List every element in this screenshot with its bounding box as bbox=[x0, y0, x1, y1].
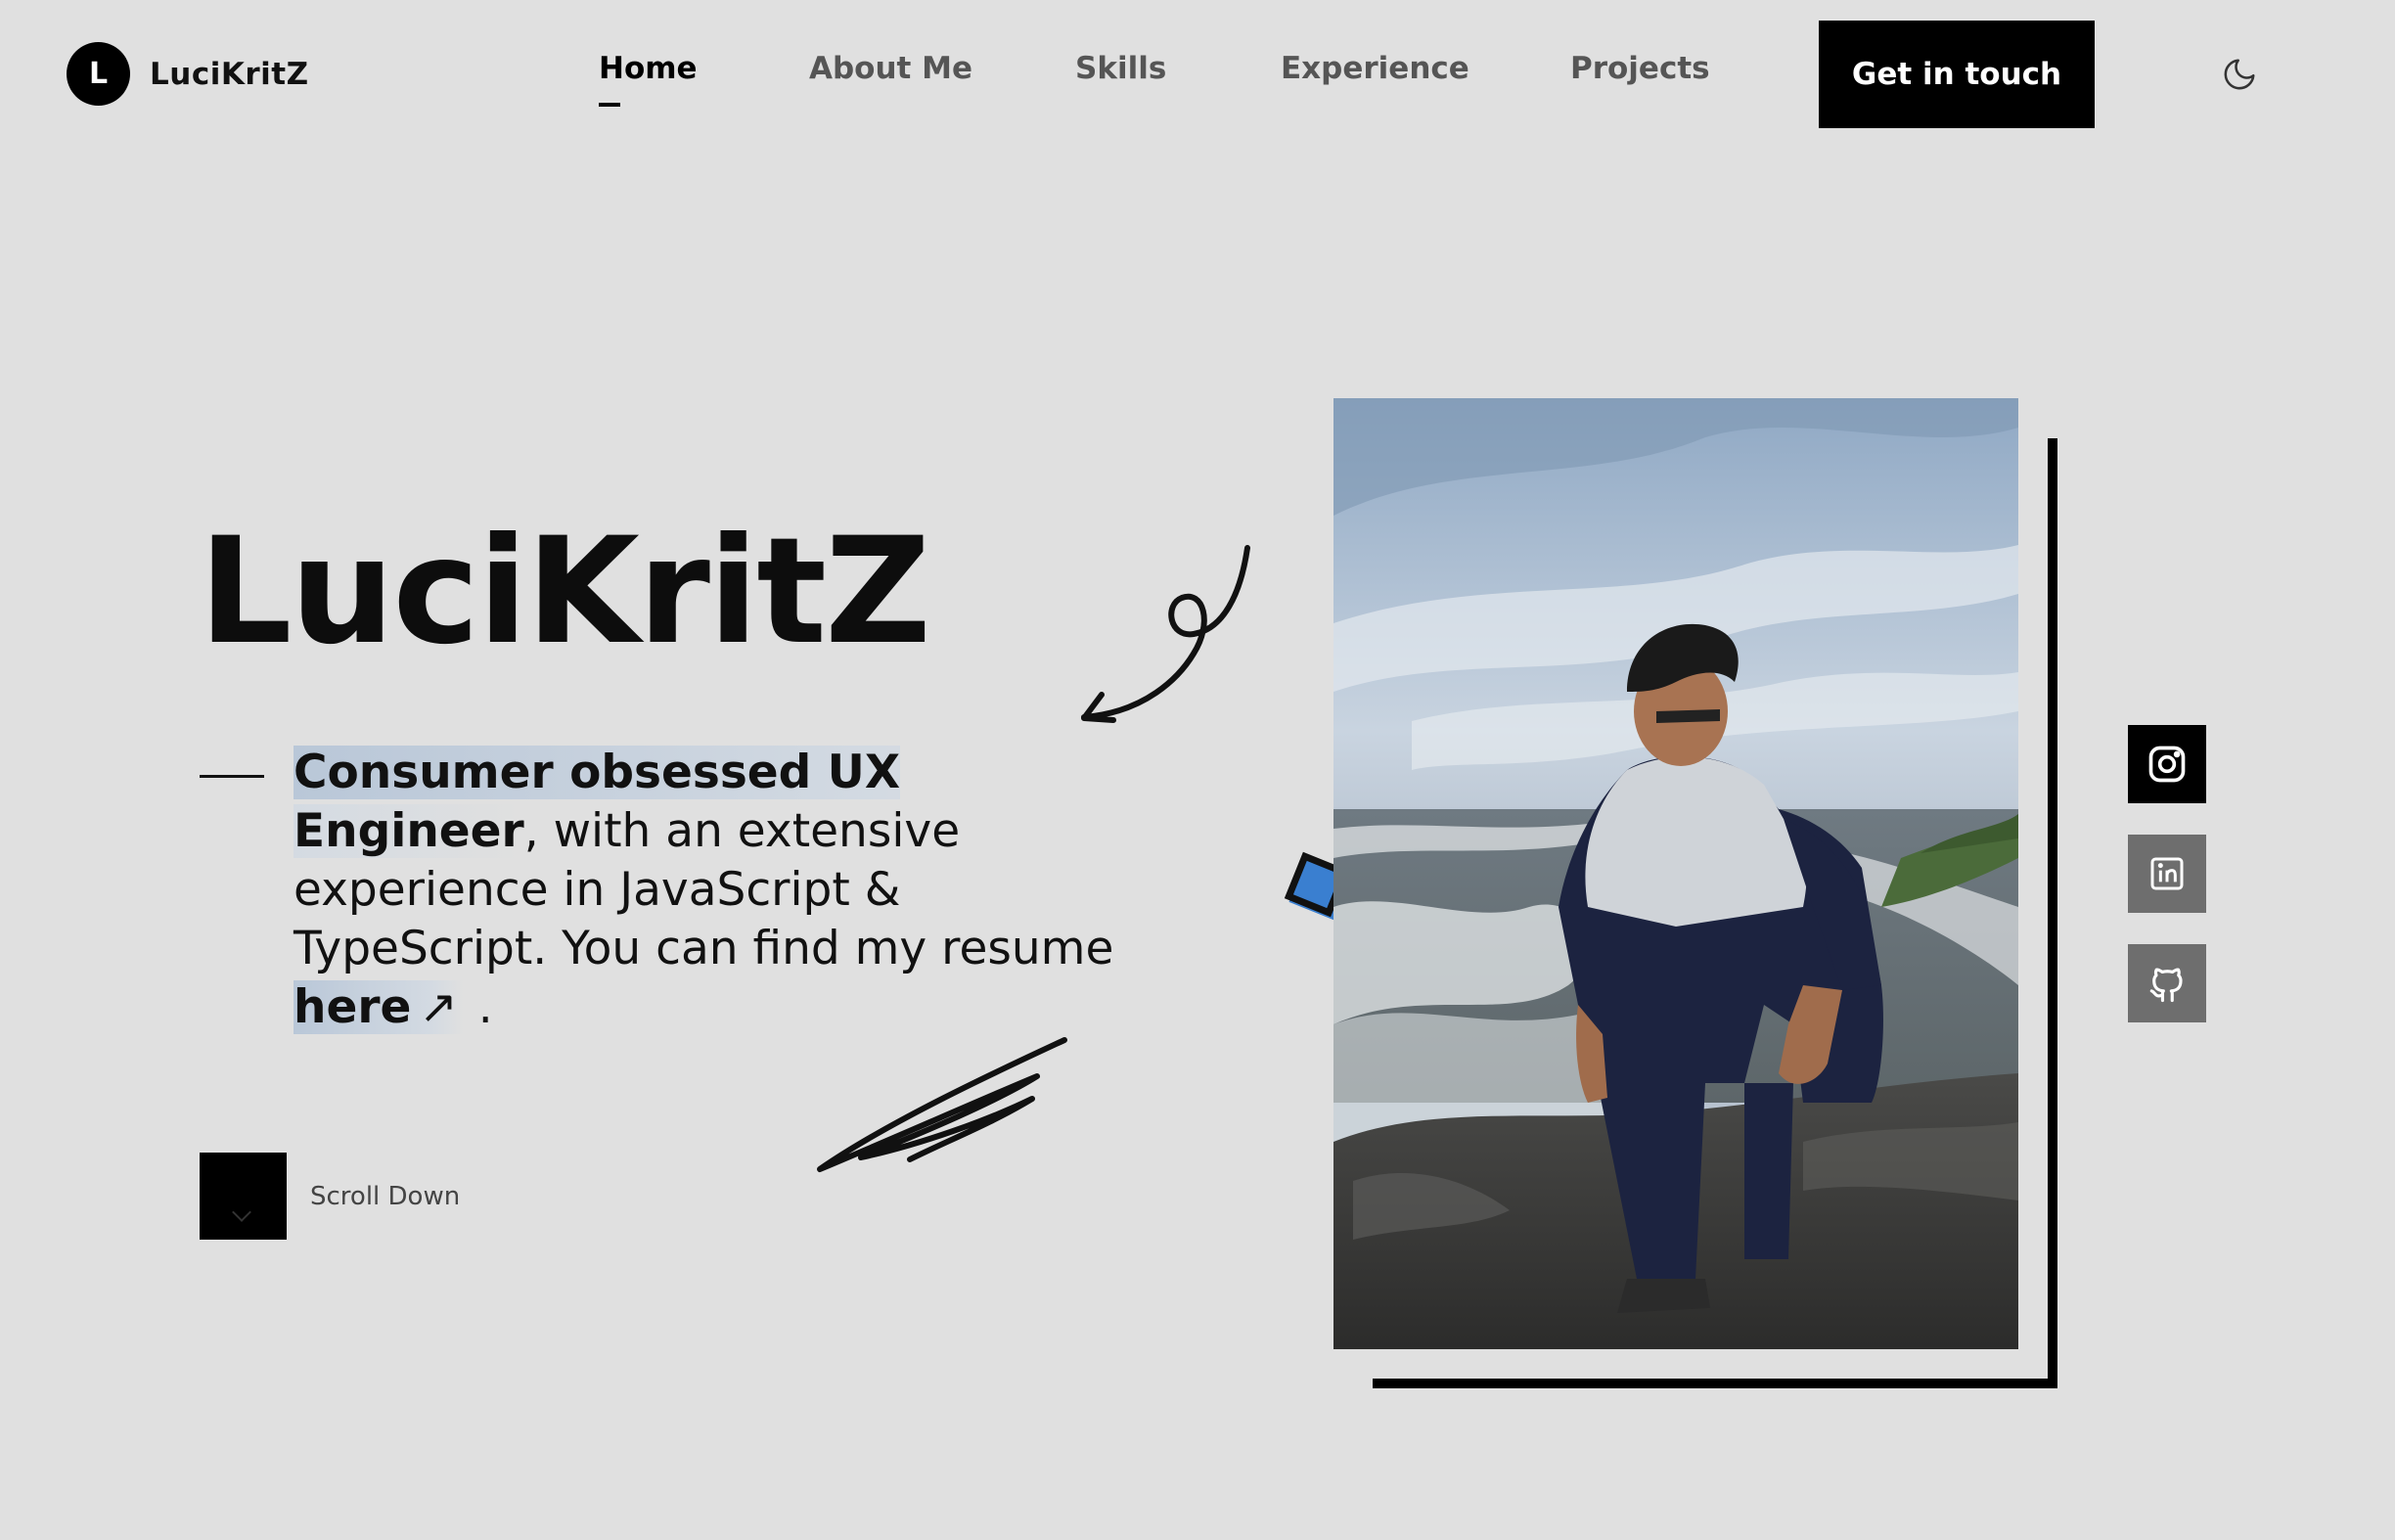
tagline-end: . bbox=[463, 980, 493, 1034]
profile-photo bbox=[1333, 398, 2018, 1349]
scribble-doodle bbox=[817, 1037, 1067, 1172]
scroll-down-button[interactable] bbox=[200, 1153, 287, 1240]
moon-icon[interactable] bbox=[2221, 56, 2258, 93]
scroll-down[interactable]: Scroll Down bbox=[200, 1153, 460, 1240]
chevron-down-icon bbox=[232, 1202, 251, 1222]
arrow-up-right-icon: ↗ bbox=[419, 980, 458, 1034]
tagline-dash bbox=[200, 775, 264, 778]
hero-tagline: Consumer obsessed UX Engineer, with an e… bbox=[294, 744, 1135, 1037]
resume-link[interactable]: here ↗ bbox=[294, 980, 464, 1034]
scroll-down-label: Scroll Down bbox=[310, 1181, 461, 1211]
resume-link-label: here bbox=[294, 980, 412, 1034]
github-icon[interactable] bbox=[2128, 944, 2206, 1022]
nav-skills[interactable]: Skills bbox=[1075, 51, 1166, 86]
get-in-touch-button[interactable]: Get in touch bbox=[1819, 21, 2095, 128]
instagram-icon[interactable] bbox=[2128, 725, 2206, 803]
logo-text: LuciKritZ bbox=[150, 56, 309, 92]
hero-title: LuciKritZ bbox=[199, 507, 931, 677]
nav-projects[interactable]: Projects bbox=[1570, 51, 1710, 86]
logo[interactable]: L LuciKritZ bbox=[67, 42, 309, 106]
nav-home[interactable]: Home bbox=[599, 51, 698, 107]
logo-badge: L bbox=[67, 42, 130, 106]
nav-about-me[interactable]: About Me bbox=[809, 51, 972, 86]
tagline-comma: , bbox=[523, 804, 539, 858]
curly-arrow-doodle bbox=[1081, 545, 1250, 723]
linkedin-icon[interactable] bbox=[2128, 835, 2206, 913]
nav-experience[interactable]: Experience bbox=[1281, 51, 1469, 86]
